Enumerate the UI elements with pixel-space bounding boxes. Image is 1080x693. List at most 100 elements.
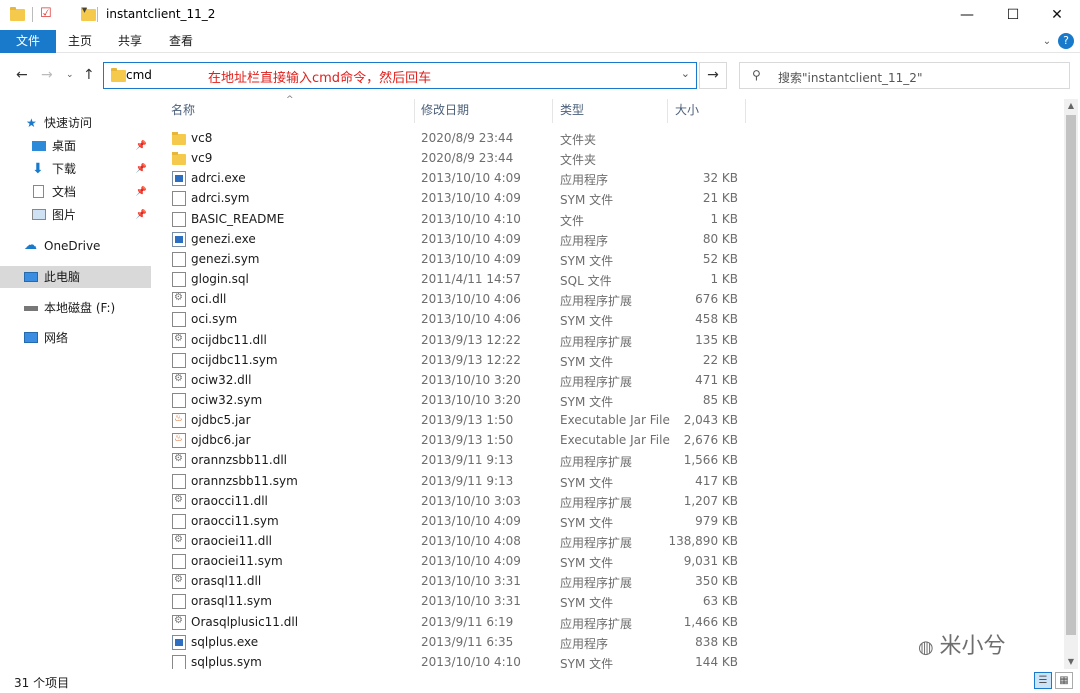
- application-icon: [172, 634, 186, 650]
- column-header-date[interactable]: 修改日期: [421, 99, 551, 123]
- tab-share[interactable]: 共享: [110, 30, 150, 53]
- tab-view[interactable]: 查看: [161, 30, 201, 53]
- table-row[interactable]: Orasqlplusic11.dll 2013/9/11 6:19 应用程序扩展 1,…: [160, 612, 750, 632]
- table-row[interactable]: BASIC_README 2013/10/10 4:10 文件 1 KB: [160, 209, 750, 229]
- nav-network[interactable]: 网络: [20, 327, 171, 349]
- large-icons-view-icon[interactable]: ▦: [1055, 672, 1073, 689]
- table-row[interactable]: adrci.sym 2013/10/10 4:09 SYM 文件 21 KB: [160, 188, 750, 208]
- pin-icon[interactable]: 📌: [136, 158, 147, 180]
- close-button[interactable]: ✕: [1034, 0, 1080, 30]
- file-date: 2013/10/10 4:09: [421, 231, 521, 246]
- table-row[interactable]: ojdbc6.jar2013/9/13 1:50Executable Jar F…: [160, 430, 750, 450]
- table-row[interactable]: oraocci11.dll 2013/10/10 3:03 应用程序扩展 1,207 …: [160, 491, 750, 511]
- file-type: 应用程序: [560, 636, 609, 651]
- search-input[interactable]: 搜索"instantclient_11_2": [778, 69, 922, 86]
- table-row[interactable]: sqlplus.exe 2013/9/11 6:35 应用程序 838 KB: [160, 632, 750, 652]
- table-row[interactable]: orannzsbb11.sym 2013/9/11 9:13 SYM 文件 417 K…: [160, 471, 750, 491]
- table-row[interactable]: orannzsbb11.dll 2013/9/11 9:13 应用程序扩展 1,566…: [160, 450, 750, 470]
- quick-access-dropdown-icon[interactable]: ▾: [82, 5, 87, 23]
- table-row[interactable]: glogin.sql 2011/4/11 14:57 SQL 文件 1 KB: [160, 269, 750, 289]
- table-row[interactable]: vc8 2020/8/9 23:44 文件夹: [160, 128, 750, 148]
- nav-item-pictures[interactable]: 图片 📌: [28, 204, 151, 226]
- column-header-name[interactable]: 名称: [171, 99, 411, 123]
- file-date: 2020/8/9 23:44: [421, 131, 514, 145]
- address-input[interactable]: cmd: [126, 68, 152, 82]
- file-name: vc9: [191, 151, 213, 166]
- column-header-size[interactable]: 大小: [675, 99, 745, 123]
- nav-item-downloads[interactable]: ⬇ 下载 📌: [28, 158, 151, 180]
- dll-gear-icon: [172, 292, 186, 308]
- file-name: ocijdbc11.sym: [191, 352, 278, 367]
- column-divider[interactable]: [745, 99, 746, 123]
- table-row[interactable]: vc9 2020/8/9 23:44 文件夹: [160, 148, 750, 168]
- file-name: oraociei11.dll: [191, 534, 272, 548]
- table-row[interactable]: genezi.exe 2013/10/10 4:09 应用程序 80 KB: [160, 229, 750, 249]
- go-button[interactable]: →: [699, 62, 727, 89]
- file-type: SYM 文件: [560, 515, 614, 530]
- nav-local-disk[interactable]: 本地磁盘 (F:): [20, 297, 171, 319]
- pin-icon[interactable]: 📌: [136, 181, 147, 203]
- chevron-down-icon[interactable]: ⌄: [1038, 30, 1056, 53]
- nav-this-pc[interactable]: 此电脑: [0, 266, 151, 288]
- table-row[interactable]: ocijdbc11.sym 2013/9/13 12:22 SYM 文件 22 KB: [160, 350, 750, 370]
- file-date: 2013/10/10 3:03: [421, 493, 521, 508]
- help-icon[interactable]: ?: [1058, 33, 1074, 49]
- nav-onedrive[interactable]: ☁ OneDrive: [20, 235, 171, 257]
- nav-label: 快速访问: [44, 116, 93, 130]
- back-arrow-icon[interactable]: ←: [16, 67, 28, 83]
- file-type: 文件夹: [560, 133, 597, 147]
- up-arrow-icon[interactable]: ↑: [83, 67, 95, 83]
- column-header-type[interactable]: 类型: [560, 99, 660, 123]
- nav-label: 本地磁盘 (F:): [44, 301, 116, 315]
- scroll-down-icon[interactable]: ▼: [1064, 655, 1078, 669]
- vertical-scrollbar[interactable]: ▲ ▼: [1064, 99, 1078, 669]
- file-icon: [172, 654, 186, 670]
- table-row[interactable]: oraocci11.sym 2013/10/10 4:09 SYM 文件 979 KB: [160, 511, 750, 531]
- table-row[interactable]: oraociei11.dll 2013/10/10 4:08 应用程序扩展 138,8…: [160, 531, 750, 551]
- column-divider[interactable]: [667, 99, 668, 123]
- file-icon: [172, 191, 186, 207]
- scroll-up-icon[interactable]: ▲: [1064, 99, 1078, 113]
- table-row[interactable]: ociw32.dll 2013/10/10 3:20 应用程序扩展 471 KB: [160, 370, 750, 390]
- chevron-down-icon[interactable]: ⌄: [681, 67, 690, 80]
- scroll-thumb[interactable]: [1066, 115, 1076, 635]
- pin-icon[interactable]: 📌: [136, 204, 147, 226]
- file-date: 2013/10/10 4:09: [421, 554, 521, 569]
- forward-arrow-icon[interactable]: →: [41, 67, 53, 83]
- tab-file[interactable]: 文件: [0, 30, 56, 53]
- tab-home[interactable]: 主页: [60, 30, 100, 53]
- file-icon: [172, 513, 186, 529]
- table-row[interactable]: oci.dll 2013/10/10 4:06 应用程序扩展 676 KB: [160, 289, 750, 309]
- computer-icon: [24, 272, 38, 282]
- table-row[interactable]: oraociei11.sym 2013/10/10 4:09 SYM 文件 9,031…: [160, 551, 750, 571]
- file-size: 80 KB: [702, 231, 738, 246]
- table-row[interactable]: ociw32.sym 2013/10/10 3:20 SYM 文件 85 KB: [160, 390, 750, 410]
- pin-icon[interactable]: 📌: [136, 135, 147, 157]
- properties-check-icon[interactable]: ☑: [40, 6, 52, 24]
- watermark: ◍ 米小兮: [918, 628, 1005, 660]
- nav-item-documents[interactable]: 文档 📌: [28, 181, 151, 203]
- table-row[interactable]: genezi.sym 2013/10/10 4:09 SYM 文件 52 KB: [160, 249, 750, 269]
- file-name: vc8: [191, 131, 213, 145]
- table-row[interactable]: orasql11.dll 2013/10/10 3:31 应用程序扩展 350 KB: [160, 571, 750, 591]
- details-view-icon[interactable]: ☰: [1034, 672, 1052, 689]
- column-divider[interactable]: [414, 99, 415, 123]
- file-name: ojdbc5.jar: [191, 413, 251, 428]
- nav-quick-access[interactable]: ★ 快速访问: [20, 112, 171, 134]
- maximize-button[interactable]: ☐: [990, 0, 1036, 30]
- nav-label: 图片: [52, 208, 77, 222]
- search-box[interactable]: ⚲ 搜索"instantclient_11_2": [739, 62, 1070, 89]
- table-row[interactable]: adrci.exe 2013/10/10 4:09 应用程序 32 KB: [160, 168, 750, 188]
- file-size: 52 KB: [702, 251, 738, 266]
- table-row[interactable]: ocijdbc11.dll 2013/9/13 12:22 应用程序扩展 135 KB: [160, 330, 750, 350]
- table-row[interactable]: ojdbc5.jar2013/9/13 1:50Executable Jar F…: [160, 410, 750, 430]
- recent-locations-chevron-icon[interactable]: ⌄: [66, 70, 74, 80]
- column-divider[interactable]: [552, 99, 553, 123]
- file-date: 2013/10/10 3:31: [421, 594, 521, 609]
- table-row[interactable]: oci.sym 2013/10/10 4:06 SYM 文件 458 KB: [160, 309, 750, 329]
- nav-item-desktop[interactable]: 桌面 📌: [28, 135, 151, 157]
- address-bar[interactable]: cmd 在地址栏直接输入cmd命令，然后回车 ⌄: [103, 62, 697, 89]
- file-type: 应用程序扩展: [560, 334, 633, 349]
- minimize-button[interactable]: —: [944, 0, 990, 30]
- table-row[interactable]: orasql11.sym 2013/10/10 3:31 SYM 文件 63 KB: [160, 591, 750, 611]
